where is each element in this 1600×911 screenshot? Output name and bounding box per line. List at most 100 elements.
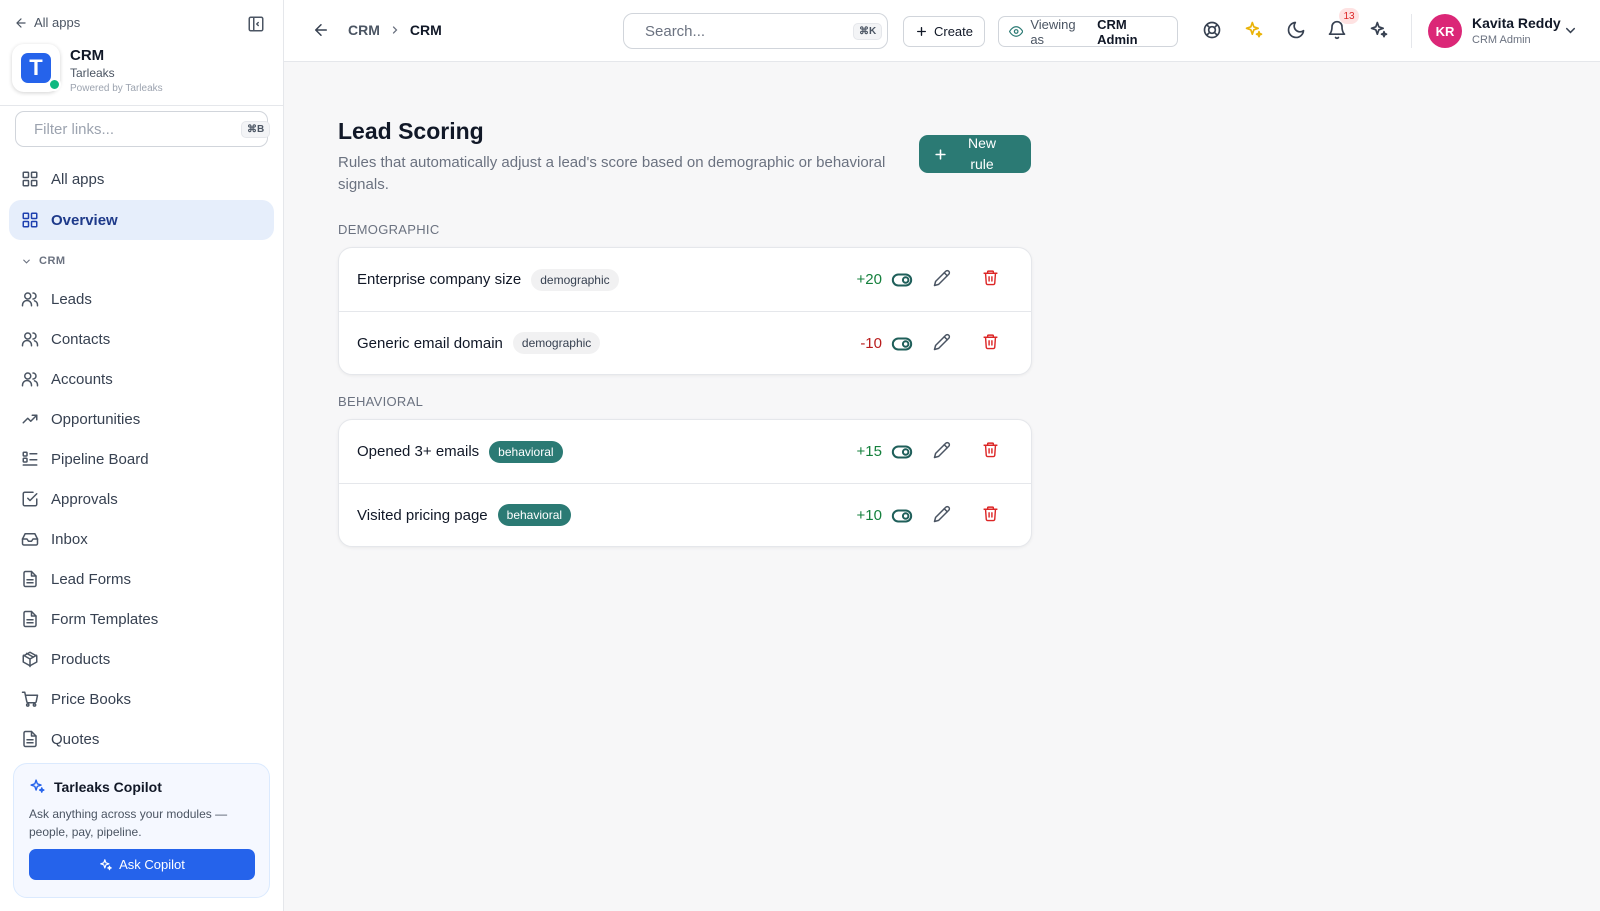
rule-score: -10 xyxy=(860,334,882,352)
sidebar-item-lead-forms[interactable]: Lead Forms xyxy=(9,559,274,599)
app-name: CRM xyxy=(70,47,105,64)
back-label: All apps xyxy=(34,15,81,30)
user-menu[interactable]: Kavita Reddy CRM Admin xyxy=(1472,15,1561,46)
viewing-as-button[interactable]: Viewing as CRM Admin xyxy=(998,16,1178,47)
toggle-on-icon xyxy=(891,273,913,287)
edit-rule-button[interactable] xyxy=(933,333,953,353)
search-shortcut: ⌘K xyxy=(853,22,883,40)
toggle-on-icon xyxy=(891,509,913,523)
rule-tag: behavioral xyxy=(497,504,572,526)
avatar[interactable]: KR xyxy=(1428,14,1462,48)
inbox-icon xyxy=(21,533,39,546)
app-brand: T CRM Tarleaks Powered by Tarleaks xyxy=(12,44,163,94)
copilot-description: Ask anything across your modules — peopl… xyxy=(29,807,228,839)
file-icon xyxy=(23,570,37,588)
moon-icon xyxy=(1287,21,1305,39)
user-role: CRM Admin xyxy=(1472,34,1531,46)
create-button[interactable]: Create xyxy=(903,16,985,47)
delete-rule-button[interactable] xyxy=(982,333,1002,353)
arrow-left-icon xyxy=(16,17,26,28)
rule-score: +10 xyxy=(856,506,882,524)
sidebar-item-all-apps[interactable]: All apps xyxy=(9,159,274,199)
users-icon xyxy=(21,372,39,387)
edit-rule-button[interactable] xyxy=(933,269,953,289)
sparkles-icon xyxy=(30,779,45,793)
life-buoy-icon xyxy=(1203,21,1221,39)
sidebar-item-price-books[interactable]: Price Books xyxy=(9,679,274,719)
plus-icon xyxy=(917,27,926,36)
chevron-right-icon xyxy=(392,26,398,34)
breadcrumb-current: CRM xyxy=(409,22,442,38)
back-to-all-apps-link[interactable]: All apps xyxy=(14,15,80,30)
section-toggle-crm[interactable]: CRM xyxy=(21,255,66,267)
status-dot xyxy=(48,78,61,91)
edit-rule-button[interactable] xyxy=(933,441,953,461)
create-label: Create xyxy=(933,24,974,39)
back-button[interactable] xyxy=(312,21,332,41)
rule-enabled-toggle[interactable] xyxy=(891,333,913,355)
delete-rule-button[interactable] xyxy=(982,441,1002,461)
notification-count-badge: 13 xyxy=(1339,8,1359,24)
sidebar-item-approvals[interactable]: Approvals xyxy=(9,479,274,519)
breadcrumb-item[interactable]: CRM xyxy=(348,22,380,38)
rule-tag: demographic xyxy=(531,268,619,291)
plus-icon xyxy=(935,148,946,160)
sidebar-item-label: Overview xyxy=(51,211,118,229)
rule-name: Opened 3+ emails xyxy=(357,443,480,460)
delete-rule-button[interactable] xyxy=(982,269,1002,289)
pencil-icon xyxy=(933,441,951,459)
sidebar-item-overview[interactable]: Overview xyxy=(9,200,274,240)
help-button[interactable] xyxy=(1202,20,1224,42)
package-icon xyxy=(22,651,38,668)
sidebar-item-leads[interactable]: Leads xyxy=(9,279,274,319)
sidebar-item-products[interactable]: Products xyxy=(9,639,274,679)
ask-copilot-button[interactable]: Ask Copilot xyxy=(29,849,255,880)
ask-copilot-label: Ask Copilot xyxy=(119,857,185,872)
rule-enabled-toggle[interactable] xyxy=(891,269,913,291)
sidebar-item-accounts[interactable]: Accounts xyxy=(9,359,274,399)
sidebar-item-contacts[interactable]: Contacts xyxy=(9,319,274,359)
filter-links-input[interactable] xyxy=(34,120,233,138)
sidebar-item-opportunities[interactable]: Opportunities xyxy=(9,399,274,439)
sidebar-item-label: Form Templates xyxy=(51,610,159,628)
pencil-icon xyxy=(933,269,951,287)
cart-icon xyxy=(21,691,39,707)
sparkles-icon xyxy=(1370,21,1388,38)
grid-icon xyxy=(22,212,38,228)
trash-icon xyxy=(983,334,998,350)
collapse-sidebar-button[interactable] xyxy=(247,15,267,35)
chevron-down-icon xyxy=(23,259,30,264)
users-icon xyxy=(21,292,39,307)
sidebar-item-quotes[interactable]: Quotes xyxy=(9,719,274,759)
new-rule-button[interactable]: New rule xyxy=(919,135,1031,173)
rule-enabled-toggle[interactable] xyxy=(891,505,913,527)
file-icon xyxy=(23,730,37,748)
sidebar-item-inbox[interactable]: Inbox xyxy=(9,519,274,559)
brand-logo-letter: T xyxy=(21,53,51,83)
check-square-icon xyxy=(22,491,38,507)
arrow-left-icon xyxy=(315,24,327,36)
dark-mode-toggle[interactable] xyxy=(1286,20,1308,42)
sidebar-item-form-templates[interactable]: Form Templates xyxy=(9,599,274,639)
copilot-button[interactable] xyxy=(1369,20,1391,42)
sidebar-item-label: Lead Forms xyxy=(51,570,132,588)
rule-tag: demographic xyxy=(512,332,601,354)
sidebar-item-label: All apps xyxy=(51,170,105,188)
sidebar-item-pipeline-board[interactable]: Pipeline Board xyxy=(9,439,274,479)
user-name: Kavita Reddy xyxy=(1472,15,1561,31)
filter-links-field: ⌘B xyxy=(15,111,271,147)
delete-rule-button[interactable] xyxy=(982,505,1002,525)
search-input[interactable] xyxy=(645,22,844,40)
powered-by: Powered by Tarleaks xyxy=(70,83,163,94)
rules-card-demographic: Enterprise company size demographic +20 … xyxy=(338,247,1032,375)
edit-rule-button[interactable] xyxy=(933,505,953,525)
sidebar-item-label: Products xyxy=(51,650,111,668)
section-heading-behavioral: BEHAVIORAL xyxy=(338,394,424,409)
sidebar-item-label: Opportunities xyxy=(51,410,141,428)
global-search: ⌘K xyxy=(623,13,888,49)
user-menu-toggle[interactable] xyxy=(1563,23,1579,39)
main-content: Lead Scoring Rules that automatically ad… xyxy=(284,62,1600,911)
sidebar-item-label: Pipeline Board xyxy=(51,450,149,468)
ai-features-button[interactable] xyxy=(1244,20,1266,42)
rule-enabled-toggle[interactable] xyxy=(891,441,913,463)
